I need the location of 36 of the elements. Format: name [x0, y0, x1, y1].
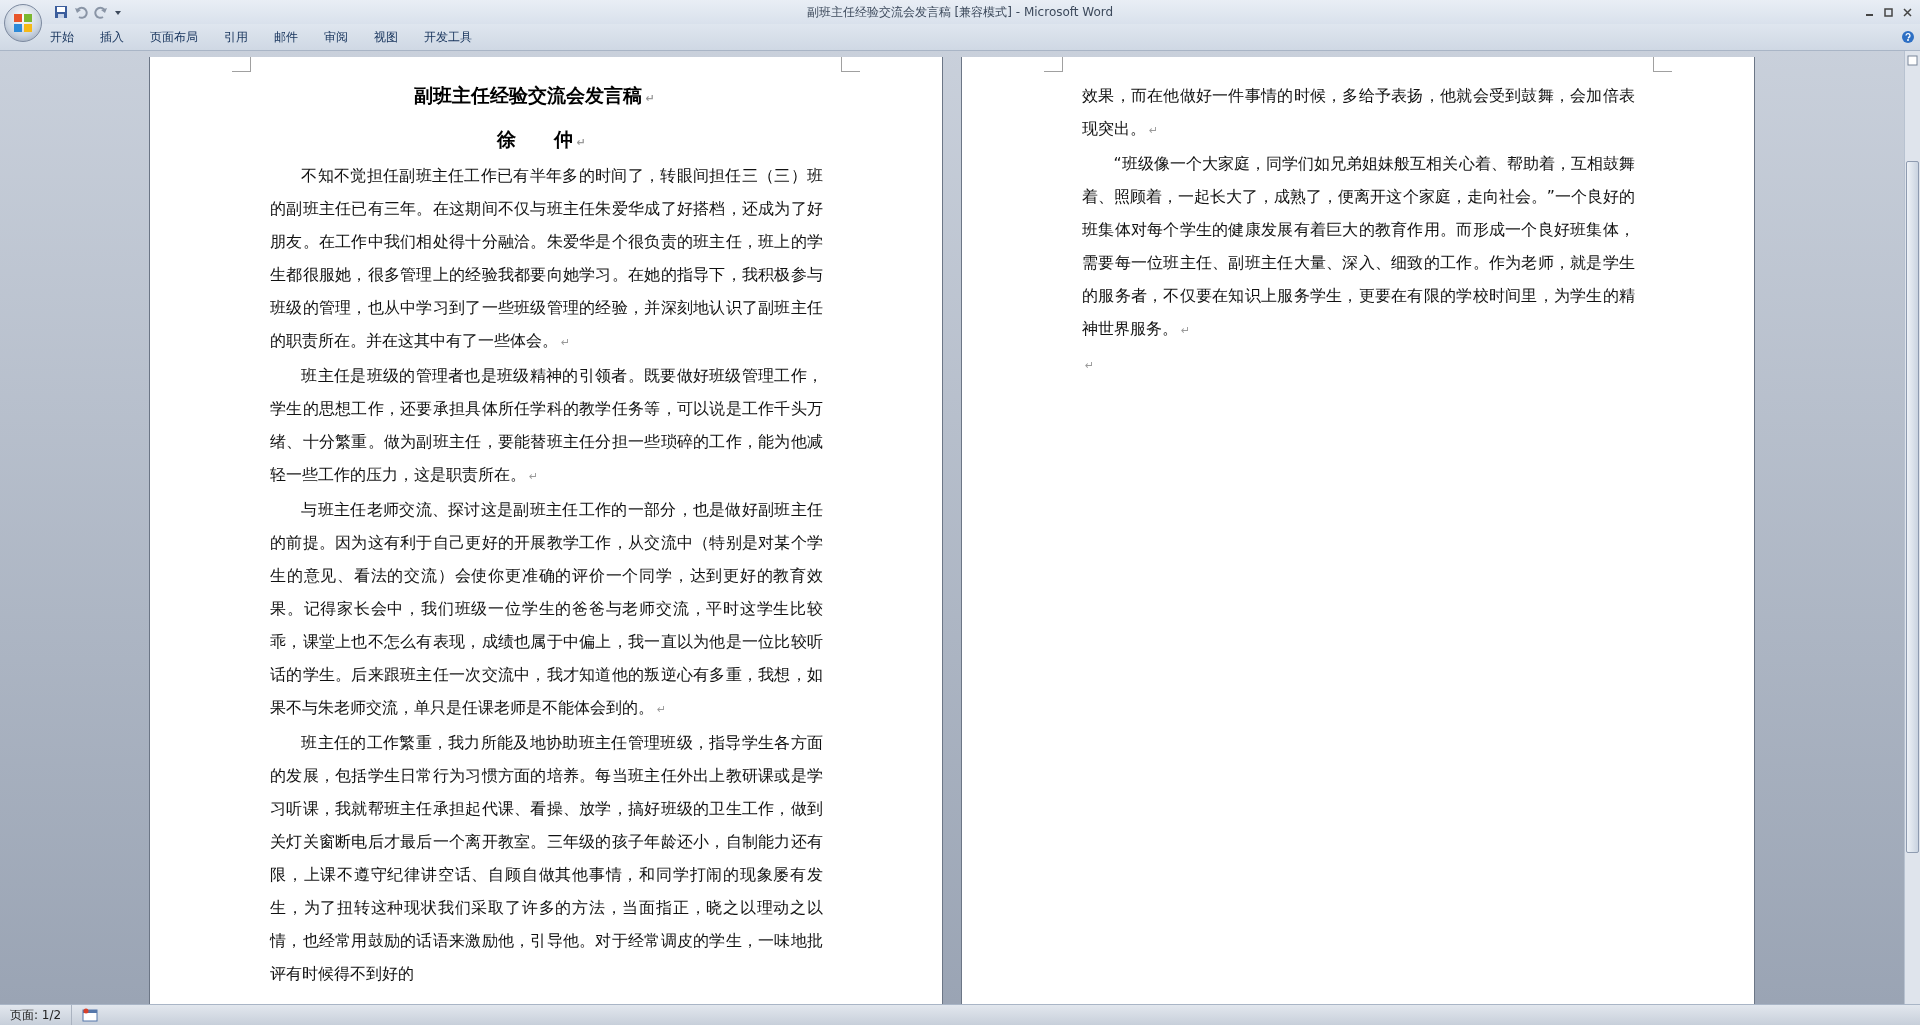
ribbon-tab[interactable]: 审阅 [324, 26, 348, 48]
crop-mark [1044, 57, 1063, 72]
paragraph: 效果，而在他做好一件事情的时候，多给予表扬，他就会受到鼓舞，会加倍表现突出。 ↵ [1082, 85, 1635, 140]
crop-mark [232, 57, 251, 72]
close-icon[interactable] [1903, 7, 1912, 17]
ribbon-tab[interactable]: 视图 [374, 26, 398, 48]
customize-icon[interactable] [114, 8, 122, 16]
document-title: 副班主任经验交流会发言稿↵ [413, 83, 656, 108]
paragraph: 不知不觉担任副班主任工作已有半年多的时间了，转眼间担任三（三）班的副班主任已有三年。在这期间不仅与班主任朱爱华成了好搭档，还成为了好朋友。在工作中我们相处得十分融洽。朱爱华是个很负责的班主任，班上的学生都很服她，很多管理上的经验我都要向她学习。在她的指导下，我积极参与班级的管理，也从中学习到了一些班级管理的经验，并深刻地认识了副班主任的职责所在。并在这其中有了一些体会。 ↵ [270, 165, 823, 352]
paragraph: 与班主任老师交流、探讨这是副班主任工作的一部分，也是做好副班主任的前提。因为这有利于自己更好的开展教学工作，从交流中（特别是对某个学生的意见、看法的交流）会使你更准确的评价一个同学，达到更好的教育效果。记得家长会中，我们班级一位学生的爸爸与老师交流，平时这学生比较乖，课堂上也不怎么有表现，成绩也属于中偏上，我一直以为他是一位比较听话的学生。后来跟班主任一次交流中，我才知道他的叛逆心有多重，我想，如果不与朱老师交流，单只是任课老师是不能体会到的。 ↵ [270, 499, 823, 719]
undo-icon[interactable] [74, 5, 88, 19]
office-button[interactable] [4, 4, 42, 42]
macro-icon[interactable] [82, 1008, 99, 1022]
page-count: 页面: 1/2 [0, 1005, 73, 1025]
paragraph: 班主任的工作繁重，我力所能及地协助班主任管理班级，指导学生各方面的发展，包括学生日常行为习惯方面的培养。每当班主任外出上教研课或是学习听课，我就帮班主任承担起代课、看操、放学，搞好班级的卫生工作，做到关灯关窗断电后才最后一个离开教室。三年级的孩子年龄还小，自制能力还有限，上课不遵守纪律讲空话、自顾自做其他事情，和同学打闹的现象屡有发生，为了扭转这种现状我们采取了许多的方法，当面指正，晓之以理动之以情，也经常用鼓励的话语来激励他，引导他。对于经常调皮的学生，一味地批评有时候得不到好的 [270, 732, 823, 985]
ribbon-tab[interactable]: 开发工具 [424, 26, 472, 48]
save-icon[interactable] [54, 5, 68, 19]
scrollbar[interactable] [1904, 51, 1920, 1004]
author-name: 徐 仲↵ [495, 127, 587, 152]
paragraph: 班主任是班级的管理者也是班级精神的引领者。既要做好班级管理工作，学生的思想工作，还要承担具体所任学科的教学任务等，可以说是工作千头万绪、十分繁重。做为副班主任，要能替班主任分担一些琐碎的工作，能为他减轻一些工作的压力，这是职责所在。 ↵ [270, 365, 823, 486]
maximize-icon[interactable] [1884, 7, 1893, 17]
paragraph: ↵ [1084, 358, 1096, 374]
ribbon-tab[interactable]: 邮件 [274, 26, 298, 48]
ruler-icon[interactable] [1907, 55, 1918, 66]
help-icon[interactable] [1902, 31, 1914, 43]
window-title: 副班主任经验交流会发言稿 [兼容模式] - Microsoft Word [806, 3, 1114, 21]
redo-icon[interactable] [94, 5, 108, 19]
scrollbar-thumb[interactable] [1906, 161, 1919, 853]
ribbon-tab[interactable]: 页面布局 [150, 26, 198, 48]
crop-mark [841, 57, 860, 72]
crop-mark [1653, 57, 1672, 72]
office-logo-icon [13, 13, 33, 33]
ribbon-tab[interactable]: 插入 [100, 26, 124, 48]
paragraph: “班级像一个大家庭，同学们如兄弟姐妹般互相关心着、帮助着，互相鼓舞着、照顾着，一起长大了，成熟了，便离开这个家庭，走向社会。”一个良好的班集体对每个学生的健康发展有着巨大的教育作用。而形成一个良好班集体，需要每一位班主任、副班主任大量、深入、细致的工作。作为老师，就是学生的服务者，不仅要在知识上服务学生，更要在有限的学校时间里，为学生的精神世界服务。 ↵ [1082, 153, 1635, 340]
ribbon-tab[interactable]: 开始 [50, 26, 74, 48]
ribbon-tab[interactable]: 引用 [224, 26, 248, 48]
